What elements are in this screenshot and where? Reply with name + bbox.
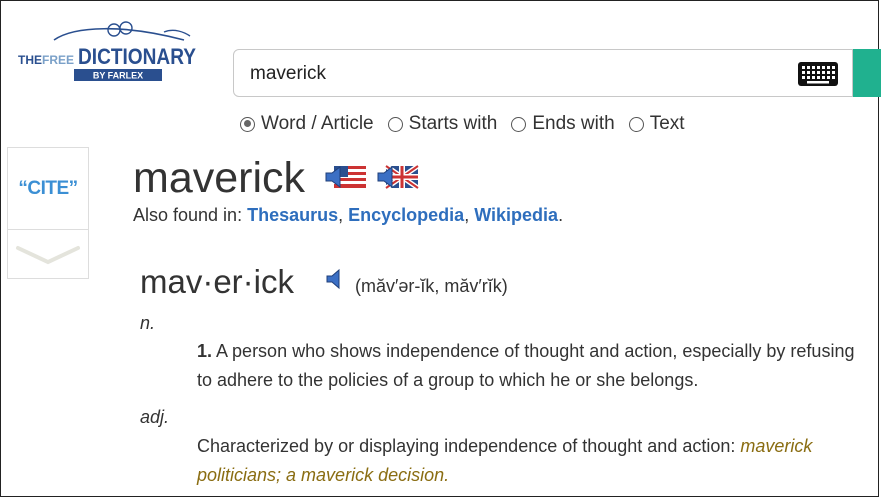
link-thesaurus[interactable]: Thesaurus [247,205,338,225]
part-of-speech-noun: n. [140,313,156,333]
logo-text-dictionary: DICTIONARY [78,44,196,69]
part-of-speech-adj: adj. [140,407,170,427]
definition-text: A person who shows independence of thoug… [197,341,855,390]
sense-number: 1. [197,341,213,361]
definition-text: Characterized by or displaying independe… [197,436,736,456]
definition-noun: 1. A person who shows independence of th… [197,337,857,395]
radio-dot[interactable] [628,116,644,132]
logo-text-free: FREE [42,53,74,67]
radio-label: Text [649,113,685,134]
speaker-icon[interactable] [325,268,345,290]
radio-starts-with[interactable]: Starts with [387,113,498,135]
search-mode-group: Word / Article Starts with Ends with Tex… [240,112,699,136]
uk-audio-icon[interactable] [376,164,420,190]
search-input[interactable] [248,60,782,88]
logo-text-byfarlex: BY FARLEX [93,71,143,81]
radio-dot[interactable] [387,116,403,132]
side-tools-panel: “CITE” [7,147,89,279]
entry-headword: mav·er·ick [140,263,294,300]
keyboard-icon[interactable] [797,61,839,87]
cite-button[interactable]: “CITE” [8,148,88,230]
radio-text[interactable]: Text [628,113,685,135]
us-audio-icon[interactable] [324,164,368,190]
radio-label: Starts with [408,113,498,134]
also-found-label: Also found in: [133,205,243,225]
radio-dot[interactable] [511,116,527,132]
radio-label: Ends with [532,113,615,134]
search-bar [233,49,853,97]
logo-graphic: THE FREE DICTIONARY BY FARLEX [18,21,196,81]
definition-adj: Characterized by or displaying independe… [197,432,857,490]
page-title: maverick [133,154,306,202]
logo-text-the: THE [18,53,42,67]
search-button[interactable] [853,49,881,97]
link-wikipedia[interactable]: Wikipedia [474,205,558,225]
pronunciation: (măv′ər-ĭk, măv′rĭk) [355,276,508,296]
radio-label: Word / Article [261,113,374,134]
chevron-down-icon[interactable] [8,230,88,278]
radio-ends-with[interactable]: Ends with [511,113,615,135]
radio-word-article[interactable]: Word / Article [240,113,374,135]
link-encyclopedia[interactable]: Encyclopedia [348,205,464,225]
also-found-in: Also found in: Thesaurus, Encyclopedia, … [133,205,564,225]
site-logo[interactable]: THE FREE DICTIONARY BY FARLEX [14,18,204,86]
radio-dot[interactable] [240,116,255,132]
